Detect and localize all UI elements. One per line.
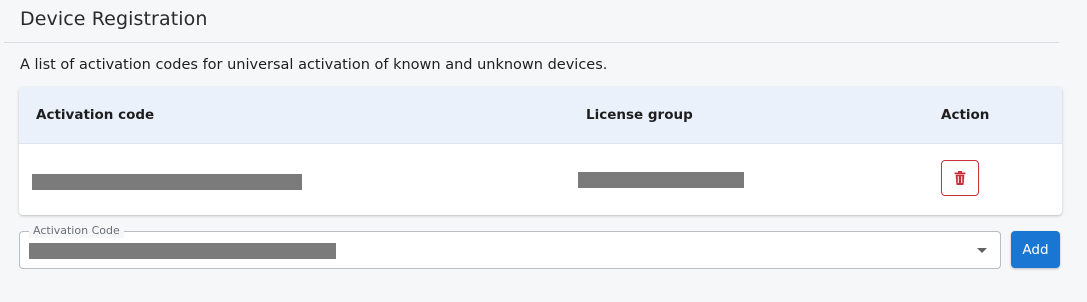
activation-code-field-value-redacted (29, 243, 336, 259)
page-title: Device Registration (20, 8, 208, 30)
column-header-license-group: License group (586, 107, 693, 123)
activation-code-cell-redacted (32, 174, 302, 190)
title-divider (4, 42, 1059, 43)
chevron-down-icon[interactable] (977, 248, 987, 253)
page-description: A list of activation codes for universal… (20, 57, 608, 73)
license-group-cell-redacted (578, 172, 744, 188)
device-registration-page: Device Registration A list of activation… (0, 0, 1087, 302)
column-header-activation-code: Activation code (36, 107, 155, 123)
table-header: Activation code License group Action (19, 87, 1062, 144)
add-button[interactable]: Add (1011, 231, 1060, 268)
delete-button[interactable] (941, 160, 979, 196)
trash-icon (954, 171, 966, 185)
activation-code-field-label: Activation Code (29, 224, 124, 238)
column-header-action: Action (941, 107, 990, 123)
activation-codes-table: Activation code License group Action (19, 87, 1062, 215)
table-row (19, 144, 1062, 215)
activation-code-select[interactable]: Activation Code (19, 224, 1001, 269)
